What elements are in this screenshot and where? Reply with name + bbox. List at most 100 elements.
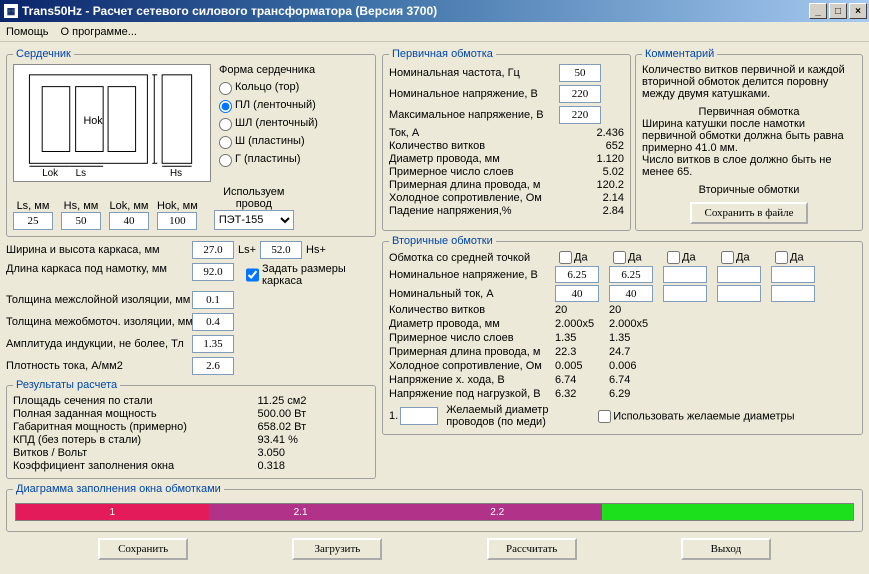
menubar: Помощь О программе... xyxy=(0,22,869,42)
s-vi2: 6.74 xyxy=(609,374,657,386)
close-button[interactable]: × xyxy=(849,3,867,19)
group-comments: Комментарий Количество витков первичной … xyxy=(635,48,863,231)
comment-block3: Число витков в слое должно быть не менее… xyxy=(642,154,856,178)
radio-sh[interactable]: Ш (пластины) xyxy=(219,133,318,149)
p-coldr-l: Холодное сопротивление, Ом xyxy=(389,192,542,204)
s-c5[interactable] xyxy=(771,285,815,302)
lok-label: Lok, мм xyxy=(110,200,149,212)
comment-block1: Количество витков первичной и каждой вто… xyxy=(642,64,856,100)
window-title: Trans50Hz - Расчет сетевого силового тра… xyxy=(22,4,437,18)
radio-shl[interactable]: ШЛ (ленточный) xyxy=(219,115,318,131)
frame-wh-label: Ширина и высота каркаса, мм xyxy=(6,244,192,256)
fill-legend: Диаграмма заполнения окна обмотками xyxy=(13,483,224,495)
wire-select[interactable]: ПЭТ-155 xyxy=(214,210,294,230)
load-button[interactable]: Загрузить xyxy=(292,538,382,560)
p-cur-v: 2.436 xyxy=(596,127,624,139)
fill-bar: 1 2.1 2.2 xyxy=(15,503,854,521)
ls-input[interactable] xyxy=(13,212,53,230)
s-v2[interactable] xyxy=(609,266,653,283)
p-layers-v: 5.02 xyxy=(603,166,624,178)
s-c2[interactable] xyxy=(609,285,653,302)
s-ct-5[interactable]: Да xyxy=(771,251,819,264)
frame-size-check[interactable]: Задать размеры каркаса xyxy=(242,263,362,287)
p-wlen-v: 120.2 xyxy=(596,179,624,191)
interlayer-label: Толщина межслойной изоляции, мм xyxy=(6,294,192,306)
desired-input[interactable] xyxy=(400,407,438,425)
calc-button[interactable]: Рассчитать xyxy=(487,538,577,560)
s-c1[interactable] xyxy=(555,285,599,302)
group-secondary: Вторичные обмотки Обмотка со средней точ… xyxy=(382,235,863,435)
s-ct-1[interactable]: Да xyxy=(555,251,603,264)
induction-label: Амплитуда индукции, не более, Тл xyxy=(6,338,192,350)
hok-input[interactable] xyxy=(157,212,197,230)
save-comments-button[interactable]: Сохранить в файле xyxy=(690,202,807,224)
radio-g[interactable]: Г (пластины) xyxy=(219,151,318,167)
p-wlen-l: Примерная длина провода, м xyxy=(389,179,540,191)
maxv-input[interactable] xyxy=(559,106,601,124)
s-nomv-label: Номинальное напряжение, В xyxy=(389,269,549,281)
maximize-button[interactable]: □ xyxy=(829,3,847,19)
s-cr2: 0.006 xyxy=(609,360,657,372)
radio-ring[interactable]: Кольцо (тор) xyxy=(219,79,318,95)
hs-input[interactable] xyxy=(61,212,101,230)
comments-legend: Комментарий xyxy=(642,48,717,60)
hs-label: Hs, мм xyxy=(64,200,99,212)
freq-label: Номинальная частота, Гц xyxy=(389,67,559,79)
s-v5[interactable] xyxy=(771,266,815,283)
p-cur-l: Ток, А xyxy=(389,127,419,139)
s-coldr-l: Холодное сопротивление, Ом xyxy=(389,360,549,372)
comment-sub1: Первичная обмотка xyxy=(642,106,856,118)
freq-input[interactable] xyxy=(559,64,601,82)
s-v1[interactable] xyxy=(555,266,599,283)
svg-text:Ls: Ls xyxy=(76,168,86,179)
desired-label: Желаемый диаметр проводов (по меди) xyxy=(446,404,566,428)
results-legend: Результаты расчета xyxy=(13,379,120,391)
s-ct-2[interactable]: Да xyxy=(609,251,657,264)
exit-button[interactable]: Выход xyxy=(681,538,771,560)
induction-input[interactable] xyxy=(192,335,234,353)
hs-plus-label: Hs+ xyxy=(306,244,326,256)
frame-w-input[interactable] xyxy=(192,241,234,259)
s-vl1: 6.32 xyxy=(555,388,603,400)
svg-text:Hs: Hs xyxy=(170,168,182,179)
radio-pl[interactable]: ПЛ (ленточный) xyxy=(219,97,318,113)
save-button[interactable]: Сохранить xyxy=(98,538,188,560)
res-kpd-l: КПД (без потерь в стали) xyxy=(13,434,141,446)
p-turns-v: 652 xyxy=(606,140,624,152)
menu-about[interactable]: О программе... xyxy=(61,26,137,38)
s-c4[interactable] xyxy=(717,285,761,302)
frame-h-input[interactable] xyxy=(260,241,302,259)
maxv-label: Максимальное напряжение, В xyxy=(389,109,559,121)
svg-text:Lok: Lok xyxy=(42,168,58,179)
group-core: Сердечник Hok Lok xyxy=(6,48,376,237)
desired-num: 1. xyxy=(389,410,398,422)
res-area-v: 11.25 см2 xyxy=(257,395,306,407)
interwind-input[interactable] xyxy=(192,313,234,331)
s-vi1: 6.74 xyxy=(555,374,603,386)
bar-seg-empty xyxy=(602,504,853,520)
minimize-button[interactable]: _ xyxy=(809,3,827,19)
res-gab-l: Габаритная мощность (примерно) xyxy=(13,421,187,433)
use-desired-check[interactable]: Использовать желаемые диаметры xyxy=(594,410,794,423)
res-kpd-v: 93.41 % xyxy=(257,434,297,446)
interlayer-input[interactable] xyxy=(192,291,234,309)
s-ct-4[interactable]: Да xyxy=(717,251,765,264)
lok-input[interactable] xyxy=(109,212,149,230)
p-vdrop-v: 2.84 xyxy=(603,205,624,217)
s-ct-3[interactable]: Да xyxy=(663,251,711,264)
res-power-v: 500.00 Вт xyxy=(257,408,306,420)
s-l2: 1.35 xyxy=(609,332,657,344)
interwind-label: Толщина межобмоточ. изоляции, мм xyxy=(6,316,192,328)
frame-len-label: Длина каркаса под намотку, мм xyxy=(6,263,192,275)
primary-legend: Первичная обмотка xyxy=(389,48,496,60)
menu-help[interactable]: Помощь xyxy=(6,26,49,38)
s-v4[interactable] xyxy=(717,266,761,283)
density-input[interactable] xyxy=(192,357,234,375)
s-c3[interactable] xyxy=(663,285,707,302)
s-vidle-l: Напряжение х. хода, В xyxy=(389,374,549,386)
s-v3[interactable] xyxy=(663,266,707,283)
s-cr1: 0.005 xyxy=(555,360,603,372)
frame-len-input[interactable] xyxy=(192,263,234,281)
res-fill-v: 0.318 xyxy=(257,460,285,472)
nomv-input[interactable] xyxy=(559,85,601,103)
